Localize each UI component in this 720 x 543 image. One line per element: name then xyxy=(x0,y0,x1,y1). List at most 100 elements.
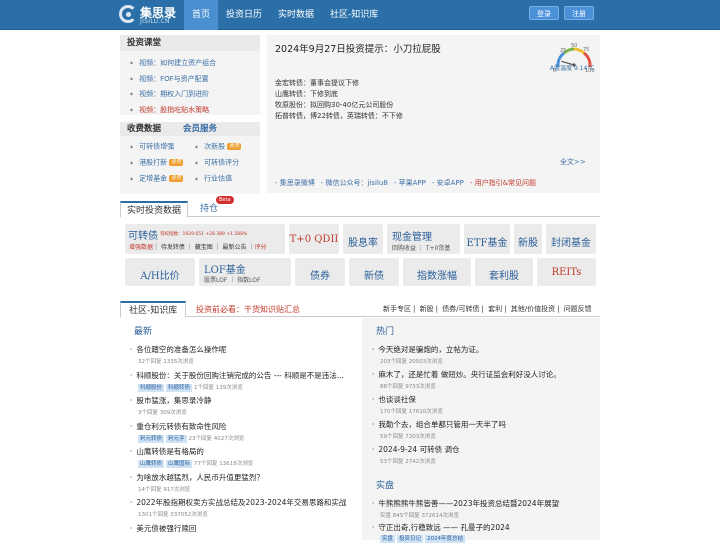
post-meta: 利元转债 利元亨 23个回复 4027次浏览 xyxy=(130,434,244,443)
course-item[interactable]: 视频：股指吃贴水策略 xyxy=(130,102,260,118)
post-title[interactable]: 今天绝对是骗炮的，立帖为证。 xyxy=(372,344,483,355)
topic-tag[interactable]: 山鹰国际 xyxy=(166,460,193,468)
post-title[interactable]: 2022年股指期权卖方实战总结及2023-2024年交易思路和实战 xyxy=(130,497,346,508)
topic-tag[interactable]: 利元亨 xyxy=(166,434,187,443)
tile-title: 现金管理 xyxy=(392,232,432,243)
post-item[interactable]: 美元债被强行赎回 xyxy=(130,523,196,536)
post-item[interactable]: 牛熊熊熊牛熊皆善——2023年投资总结暨2024年展望实盘 845个回复 372… xyxy=(372,498,559,519)
convertible-bond-title[interactable]: 可转债 xyxy=(128,227,158,242)
community-bar: 社区-知识库 投资前必看：干货知识贴汇总 新手专区 | 新股 | 债券/可转债 | 套… xyxy=(120,301,600,318)
tile-ah-ratio[interactable]: A/H比价 xyxy=(125,258,195,286)
post-item[interactable]: 麻木了，还是忙着 做短炒。央行证监会利好没人讨论。 88个回复 9733次浏览 xyxy=(372,369,560,390)
tile-reits[interactable]: REITs xyxy=(537,258,596,286)
nav-calendar[interactable]: 投资日历 xyxy=(218,0,270,30)
post-stats: 1301个回复 337052次浏览 xyxy=(138,512,208,518)
convertible-sublinks[interactable]: ｜ 待发转债 ｜ 藏宝图 ｜ 最新公告 ｜ xyxy=(153,244,254,251)
enhanced-data-link[interactable]: 增强数据 xyxy=(129,244,153,251)
user-guide-link[interactable]: - 用户指引&常见问题 xyxy=(470,178,536,188)
post-title[interactable]: 山鹰转债是有格局的 xyxy=(130,446,253,457)
investment-tip-box: 2024年9月27日投资提示：小刀拉屁股 0 25 50 75 100 A股温度… xyxy=(267,35,600,193)
tile-arbitrage[interactable]: 套利股 xyxy=(475,258,533,286)
data-item-label: 可转债增强 xyxy=(139,142,175,151)
post-title[interactable]: 重仓利元转债有致命性风险 xyxy=(130,421,244,432)
data-item[interactable]: 可转债增强 xyxy=(130,140,195,153)
post-item[interactable]: 为啥放水越猛烈，人民币升值更猛烈？ 14个回复 917次浏览 xyxy=(130,472,264,493)
nav-realtime[interactable]: 实时数据 xyxy=(270,0,322,30)
topic-tag[interactable]: 科顺股份 xyxy=(138,383,165,392)
site-logo[interactable]: 集思录 JISILU.CN xyxy=(119,3,181,27)
android-app-link[interactable]: - 安卓APP xyxy=(432,178,464,188)
must-read-link[interactable]: 投资前必看：干货知识贴汇总 xyxy=(196,304,300,315)
post-item[interactable]: 山鹰转债是有格局的山鹰转债山鹰国际77个回复 13618次浏览 xyxy=(130,446,253,468)
tab-realtime-data[interactable]: 实时投资数据 xyxy=(120,201,189,218)
post-title[interactable]: 牛熊熊熊牛熊皆善——2023年投资总结暨2024年展望 xyxy=(372,498,559,509)
post-title[interactable]: 守正出奇,行稳致远 —— 孔曼子的2024 xyxy=(372,522,509,533)
post-title[interactable]: 也谈谈社保 xyxy=(372,394,443,405)
convertible-bond-index: 等权指数：1929.651 +28.389 +1.588% xyxy=(160,232,248,237)
post-title[interactable]: 各位踏空的准备怎么操作呢 xyxy=(130,344,226,355)
data-item[interactable]: 行业估值 xyxy=(195,172,260,185)
post-item[interactable]: 重仓利元转债有致命性风险利元转债利元亨23个回复 4027次浏览 xyxy=(130,421,244,443)
topic-tag[interactable]: 2024年度总结 xyxy=(425,535,466,543)
course-item[interactable]: 视频：如何建立资产组合 xyxy=(130,55,260,71)
login-button[interactable]: 登录 xyxy=(529,6,559,20)
post-title[interactable]: 我勒个去，组合单都只管用一天半了吗 xyxy=(372,419,506,430)
post-item[interactable]: 各位踏空的准备怎么操作呢 32个回复 1335次浏览 xyxy=(130,344,226,365)
post-item[interactable]: 我勒个去，组合单都只管用一天半了吗 59个回复 7203次浏览 xyxy=(372,419,506,440)
post-title[interactable]: 麻木了，还是忙着 做短炒。央行证监会利好没人讨论。 xyxy=(372,369,560,380)
post-item[interactable]: 也谈谈社保 170个回复 17610次浏览 xyxy=(372,394,443,415)
weibo-link[interactable]: - 集思录微博 xyxy=(275,178,315,188)
tip-title[interactable]: 2024年9月27日投资提示：小刀拉屁股 xyxy=(275,41,441,55)
read-more-link[interactable]: 全文>> xyxy=(560,157,586,167)
post-title[interactable]: 2024-9-24 可转债 调仓 xyxy=(372,444,459,455)
post-item[interactable]: 科顺股份：关于股份回购注销完成的公告 --- 科顺是不是违法... 科顺股份科顺转… xyxy=(130,370,344,392)
data-item[interactable]: 定增基金会员 xyxy=(130,172,195,185)
score-link[interactable]: 评分 xyxy=(254,244,266,251)
data-item[interactable]: 次新股会员 xyxy=(195,140,260,153)
auth-buttons: 登录 注册 xyxy=(529,6,594,20)
category-link[interactable]: 问题反馈 xyxy=(564,305,592,313)
post-item[interactable]: 2024-9-24 可转债 调仓 53个回复 2742次浏览 xyxy=(372,444,459,465)
tile-dividend-yield[interactable]: 股息率 xyxy=(343,224,383,254)
category-link[interactable]: 新手专区 xyxy=(383,305,411,313)
tile-lof[interactable]: LOF基金 股票LOF ｜ 指数LOF xyxy=(199,258,291,286)
topic-tag[interactable]: 山鹰转债 xyxy=(138,460,165,468)
tile-closed-fund[interactable]: 封闭基金 xyxy=(546,224,596,254)
category-link[interactable]: 套利 xyxy=(488,305,502,313)
tile-ipo[interactable]: 新股 xyxy=(514,224,542,254)
topic-tag[interactable]: 利元转债 xyxy=(138,434,165,443)
tile-cash-management[interactable]: 现金管理 回购收益 ｜ T+0货基 xyxy=(387,224,460,254)
post-item[interactable]: 今天绝对是骗炮的，立帖为证。 203个回复 20503次浏览 xyxy=(372,344,483,365)
post-stats: 1个回复 139次浏览 xyxy=(194,384,243,391)
nav-home[interactable]: 首页 xyxy=(184,0,219,30)
tile-new-bonds[interactable]: 新债 xyxy=(349,258,399,286)
topic-tag[interactable]: 实盘 xyxy=(380,535,396,543)
tab-member-service[interactable]: 会员服务 xyxy=(176,122,224,136)
data-item[interactable]: 港股打新会员 xyxy=(130,156,195,169)
tab-community[interactable]: 社区-知识库 xyxy=(120,301,187,318)
course-item[interactable]: 视频：期权入门到进阶 xyxy=(130,86,260,102)
topic-tag[interactable]: 科顺转债 xyxy=(166,383,193,392)
gauge-tick: 50 xyxy=(571,43,577,49)
post-title[interactable]: 美元债被强行赎回 xyxy=(130,523,196,534)
topic-tag[interactable]: 投资日记 xyxy=(397,535,424,543)
tile-index-change[interactable]: 指数涨幅 xyxy=(403,258,471,286)
data-item[interactable]: 可转债评分 xyxy=(195,156,260,169)
tab-paid-data[interactable]: 收费数据 xyxy=(120,122,168,136)
category-link[interactable]: 债券/可转债 xyxy=(442,305,479,313)
post-title[interactable]: 科顺股份：关于股份回购注销完成的公告 --- 科顺是不是违法... xyxy=(130,370,344,381)
category-link[interactable]: 新股 xyxy=(420,305,434,313)
category-link[interactable]: 其他/价值投资 xyxy=(511,305,555,313)
post-item[interactable]: 股市猛涨，集思录冷静 3个回复 309次浏览 xyxy=(130,395,211,416)
post-item[interactable]: 2022年股指期权卖方实战总结及2023-2024年交易思路和实战 1301个回复… xyxy=(130,497,346,518)
course-item[interactable]: 视频：FOF与资产配置 xyxy=(130,71,260,87)
tile-bonds[interactable]: 债券 xyxy=(295,258,345,286)
nav-community[interactable]: 社区-知识库 xyxy=(322,0,386,30)
register-button[interactable]: 注册 xyxy=(564,6,594,20)
wechat-link[interactable]: - 微信公众号：jisilu8 xyxy=(321,178,388,188)
ios-app-link[interactable]: - 苹果APP xyxy=(394,178,426,188)
post-title[interactable]: 股市猛涨，集思录冷静 xyxy=(130,395,211,406)
post-title[interactable]: 为啥放水越猛烈，人民币升值更猛烈？ xyxy=(130,472,264,483)
tile-etf[interactable]: ETF基金 xyxy=(464,224,510,254)
tile-qdii[interactable]: T+0 QDII xyxy=(289,224,339,254)
